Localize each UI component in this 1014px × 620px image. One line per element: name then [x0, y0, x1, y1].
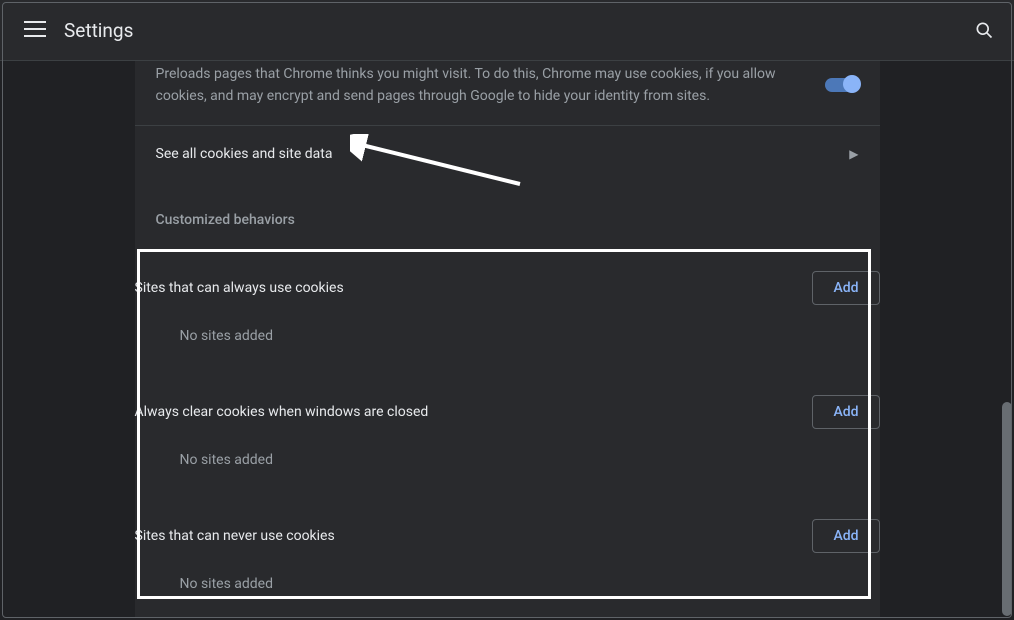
clear-on-close-block: Always clear cookies when windows are cl… [135, 372, 880, 496]
preload-description: Preloads pages that Chrome thinks you mi… [156, 63, 805, 107]
add-button[interactable]: Add [812, 519, 879, 553]
search-icon[interactable] [974, 20, 994, 40]
chevron-right-icon: ▶ [849, 147, 858, 161]
preload-toggle[interactable] [825, 78, 859, 92]
empty-state: No sites added [135, 562, 880, 618]
menu-icon[interactable] [24, 21, 46, 39]
add-button[interactable]: Add [812, 395, 879, 429]
see-all-cookies-row[interactable]: See all cookies and site data ▶ [135, 126, 880, 182]
empty-state: No sites added [135, 314, 880, 372]
never-use-title: Sites that can never use cookies [135, 528, 335, 544]
clear-on-close-title: Always clear cookies when windows are cl… [135, 404, 429, 420]
preload-row: Preloads pages that Chrome thinks you mi… [135, 61, 880, 126]
settings-card: Preloads pages that Chrome thinks you mi… [135, 61, 880, 618]
empty-state: No sites added [135, 438, 880, 496]
toolbar-title: Settings [64, 19, 133, 42]
always-use-cookies-block: Sites that can always use cookies Add No… [135, 248, 880, 372]
always-use-title: Sites that can always use cookies [135, 280, 344, 296]
content-area: Preloads pages that Chrome thinks you mi… [0, 60, 1014, 618]
custom-behaviors-header: Customized behaviors [156, 182, 859, 248]
never-use-cookies-block: Sites that can never use cookies Add No … [135, 496, 880, 618]
toolbar: Settings [0, 0, 1014, 60]
scrollbar[interactable] [1002, 402, 1012, 616]
see-all-cookies-label: See all cookies and site data [156, 146, 850, 162]
add-button[interactable]: Add [812, 271, 879, 305]
